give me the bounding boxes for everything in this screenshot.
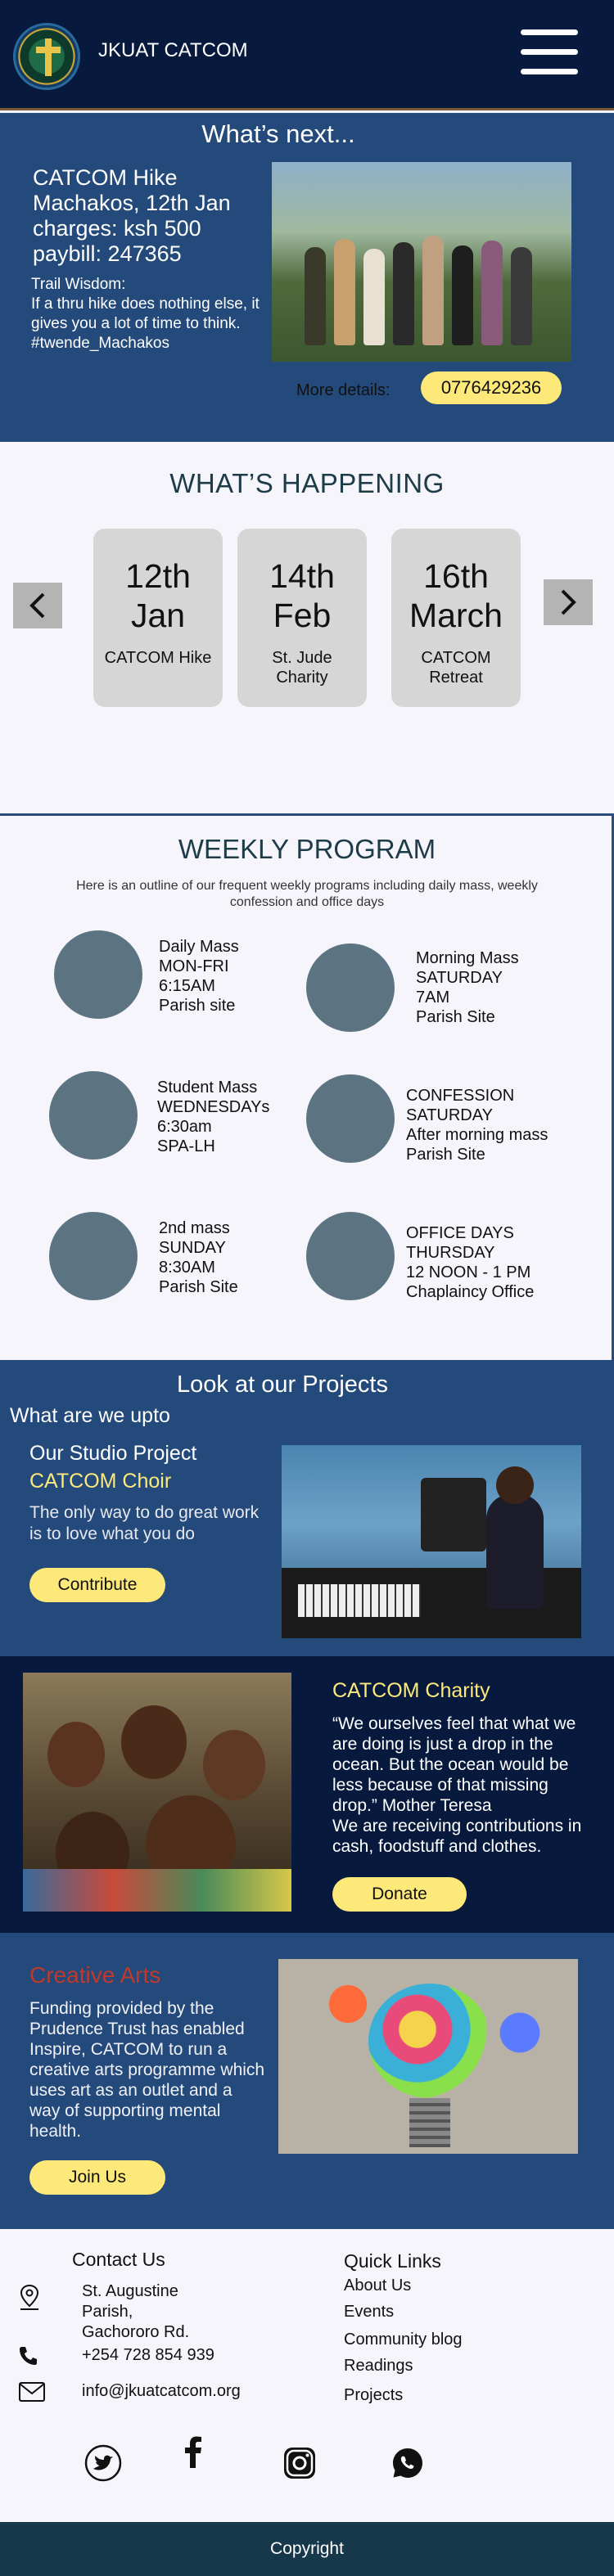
event-name: CATCOM Hike [104, 649, 212, 667]
creative-arts-section: Creative Arts Funding provided by the Pr… [0, 1933, 614, 2229]
chevron-left-icon [29, 592, 45, 619]
carousel-next-button[interactable] [544, 579, 593, 625]
whatsapp-icon[interactable] [388, 2443, 427, 2483]
project-name: CATCOM Charity [332, 1679, 490, 1702]
link-about-us[interactable]: About Us [344, 2277, 411, 2295]
event-card[interactable]: 14th Feb St. Jude Charity [237, 529, 367, 707]
site-header: JKUAT CATCOM [0, 0, 614, 110]
projects-section: Look at our Projects What are we upto Ou… [0, 1360, 614, 1656]
carousel-prev-button[interactable] [13, 583, 62, 628]
program-details: Student Mass WEDNESDAYs 6:30am SPA-LH [157, 1079, 270, 1155]
hike-group-photo [272, 162, 571, 362]
section-title: WHAT’S HAPPENING [169, 468, 445, 498]
facebook-icon[interactable] [174, 2432, 213, 2471]
brand-name[interactable]: JKUAT CATCOM [98, 39, 248, 62]
event-date: 16th March [409, 557, 503, 634]
event-date: 12th Jan [125, 557, 191, 634]
project-name: CATCOM Choir [29, 1470, 172, 1493]
event-card[interactable]: 16th March CATCOM Retreat [391, 529, 521, 707]
page: JKUAT CATCOM What’s next... CATCOM Hike … [0, 0, 614, 2576]
location-pin-icon [20, 2284, 39, 2310]
studio-photo [282, 1445, 581, 1638]
program-image [54, 930, 142, 1019]
phone-icon [20, 2347, 37, 2365]
program-details: Morning Mass SATURDAY 7AM Parish Site [416, 949, 519, 1026]
join-us-button[interactable]: Join Us [29, 2160, 165, 2195]
contact-email[interactable]: info@jkuatcatcom.org [82, 2381, 241, 2402]
event-date: 14th Feb [269, 557, 335, 634]
parish-crest-logo[interactable] [13, 23, 80, 90]
email-icon [19, 2382, 45, 2402]
instagram-icon[interactable] [280, 2443, 319, 2483]
section-title: WEEKLY PROGRAM [178, 834, 436, 864]
link-readings[interactable]: Readings [344, 2357, 413, 2376]
more-details-label: More details: [296, 381, 391, 399]
weekly-program-section: WEEKLY PROGRAM Here is an outline of our… [0, 813, 614, 1360]
trail-wisdom: Trail Wisdom: If a thru hike does nothin… [31, 276, 260, 352]
event-card[interactable]: 12th Jan CATCOM Hike [93, 529, 223, 707]
event-name: St. Jude Charity [272, 649, 332, 687]
arts-description: Funding provided by the Prudence Trust h… [29, 1999, 265, 2141]
hamburger-menu-icon[interactable] [521, 29, 578, 75]
section-title: What’s next... [201, 119, 355, 148]
charity-description: “We ourselves feel that what we are doin… [332, 1714, 582, 1856]
quick-links-title: Quick Links [344, 2250, 441, 2272]
next-event-details: CATCOM Hike Machakos, 12th Jan charges: … [33, 165, 231, 266]
link-community-blog[interactable]: Community blog [344, 2331, 463, 2349]
section-description: Here is an outline of our frequent weekl… [76, 879, 538, 909]
program-details: 2nd mass SUNDAY 8:30AM Parish Site [159, 1219, 238, 1296]
copyright-text: Copyright [270, 2539, 344, 2558]
twitter-icon[interactable] [84, 2443, 123, 2483]
project-label: Our Studio Project [29, 1442, 197, 1465]
program-image [306, 943, 395, 1032]
event-name: CATCOM Retreat [421, 649, 491, 687]
program-image [49, 1212, 138, 1300]
copyright-bar: Copyright [0, 2522, 614, 2576]
project-quote: The only way to do great work is to love… [29, 1503, 260, 1543]
whats-next-section: What’s next... CATCOM Hike Machakos, 12t… [0, 113, 614, 442]
link-projects[interactable]: Projects [344, 2386, 403, 2405]
children-photo [23, 1673, 291, 1912]
project-name: Creative Arts [29, 1962, 161, 1988]
contact-title: Contact Us [72, 2249, 165, 2270]
program-details: OFFICE DAYS THURSDAY 12 NOON - 1 PM Chap… [406, 1224, 535, 1301]
program-image [49, 1071, 138, 1160]
program-details: CONFESSION SATURDAY After morning mass P… [406, 1087, 549, 1164]
charity-section: CATCOM Charity “We ourselves feel that w… [0, 1656, 614, 1933]
donate-button[interactable]: Donate [332, 1877, 467, 1912]
whats-happening-section: WHAT’S HAPPENING 12th Jan CATCOM Hike 14t… [0, 442, 614, 813]
contact-phone[interactable]: +254 728 854 939 [82, 2345, 214, 2366]
lightbulb-art-photo [278, 1959, 578, 2154]
contribute-button[interactable]: Contribute [29, 1568, 165, 1602]
program-details: Daily Mass MON-FRI 6:15AM Parish site [159, 938, 239, 1015]
link-events[interactable]: Events [344, 2303, 394, 2322]
site-footer: Contact Us St. Augustine Parish, Gachoro… [0, 2229, 614, 2522]
program-image [306, 1074, 395, 1163]
section-title: Look at our Projects [177, 1371, 388, 1398]
section-subtitle: What are we upto [10, 1404, 170, 1427]
contact-address: St. Augustine Parish, Gachororo Rd. [82, 2282, 190, 2341]
chevron-right-icon [561, 589, 576, 615]
phone-button[interactable]: 0776429236 [421, 372, 562, 404]
program-image [306, 1212, 395, 1300]
